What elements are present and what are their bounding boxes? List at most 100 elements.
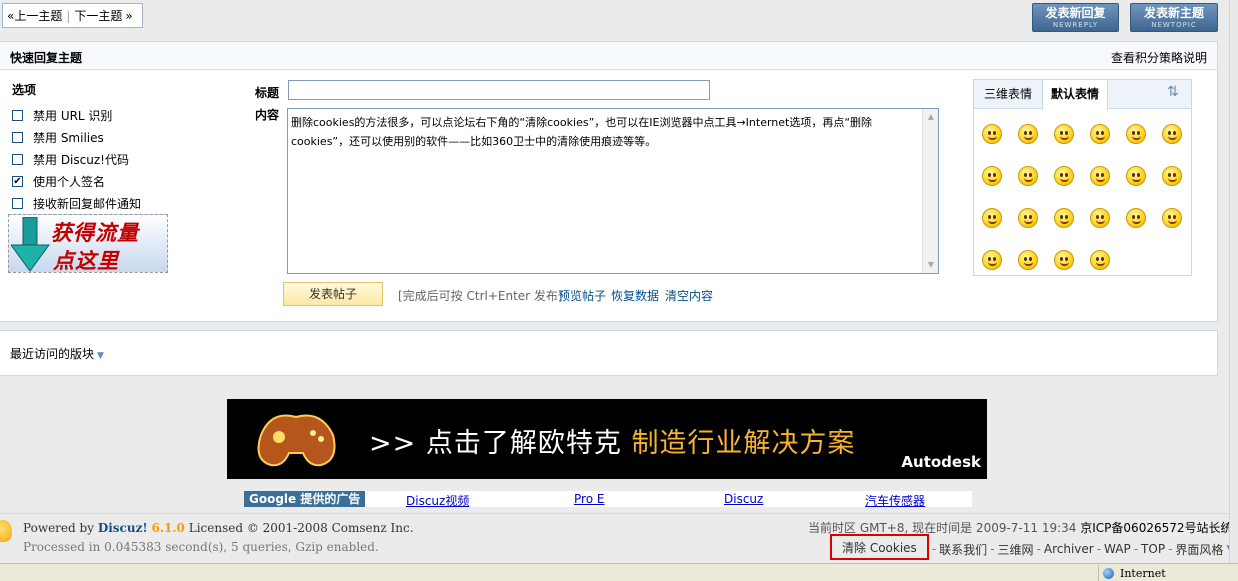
recent-forums-toggle[interactable]: 最近访问的版块 ▼ — [10, 345, 104, 362]
shocked-icon[interactable] — [1054, 166, 1074, 186]
wink-icon[interactable] — [1090, 124, 1110, 144]
new-topic-label: 发表新主题 — [1143, 6, 1204, 20]
confused-icon[interactable] — [1126, 166, 1146, 186]
smilies-panel: 三维表情 默认表情 ⇅ — [973, 79, 1192, 276]
upset-icon[interactable] — [1126, 208, 1146, 228]
tab-3d-smilies[interactable]: 三维表情 — [976, 80, 1040, 109]
cool-icon[interactable] — [1162, 166, 1182, 186]
option-disable-smilies[interactable]: 禁用 Smilies — [12, 129, 104, 145]
timezone-text: 当前时区 GMT+8, 现在时间是 2009-7-11 19:34 — [808, 521, 1077, 535]
options-title: 选项 — [12, 83, 37, 97]
phone-icon[interactable] — [1090, 250, 1110, 270]
page-footer: Powered by Discuz! 6.1.0 Licensed © 2001… — [0, 513, 1238, 563]
banner-highlight: 制造行业解决方案 — [631, 428, 856, 459]
checkbox[interactable] — [12, 109, 23, 121]
cry-icon[interactable] — [1090, 166, 1110, 186]
restore-data-link[interactable]: 恢复数据 — [611, 287, 659, 304]
footer-link-wap[interactable]: WAP — [1104, 542, 1131, 556]
autodesk-logo: Autodesk — [901, 453, 981, 471]
footer-link-style[interactable]: 界面风格 — [1175, 541, 1223, 558]
banner-prefix: >> 点击了解欧特克 — [369, 428, 622, 459]
scroll-up-icon[interactable]: ▲ — [924, 110, 938, 124]
kiss-icon[interactable] — [1018, 250, 1038, 270]
content-scrollbar[interactable]: ▲ ▼ — [922, 109, 938, 273]
submit-post-button[interactable]: 发表帖子 — [283, 282, 383, 306]
ad-link-pro-e[interactable]: Pro E — [574, 492, 604, 506]
shy-icon[interactable] — [982, 166, 1002, 186]
traffic-promo-banner[interactable]: 获得流量 点这里 — [8, 214, 168, 273]
ad-link-discuz-video[interactable]: Discuz视频 — [406, 492, 469, 509]
option-use-signature[interactable]: ✔ 使用个人签名 — [12, 173, 105, 189]
option-label: 接收新回复邮件通知 — [33, 196, 142, 211]
page-scrollbar[interactable] — [1229, 0, 1238, 563]
angry-icon[interactable] — [1018, 166, 1038, 186]
option-disable-discuz-code[interactable]: 禁用 Discuz!代码 — [12, 151, 129, 167]
option-disable-url[interactable]: 禁用 URL 识别 — [12, 107, 112, 123]
ad-link-discuz[interactable]: Discuz — [724, 492, 763, 506]
footer-link-contact[interactable]: 联系我们 — [939, 541, 987, 558]
checkbox[interactable] — [12, 153, 23, 165]
checkbox[interactable] — [12, 197, 23, 209]
victory-icon[interactable] — [1054, 208, 1074, 228]
smilies-tabs: 三维表情 默认表情 ⇅ — [974, 80, 1191, 110]
clear-cookies-link[interactable]: 清除 Cookies — [830, 534, 929, 560]
banner-text: >> 点击了解欧特克 制造行业解决方案 — [369, 421, 855, 460]
biggrin-icon[interactable] — [1054, 124, 1074, 144]
scroll-down-icon[interactable]: ▼ — [924, 258, 938, 272]
option-label: 使用个人签名 — [33, 174, 106, 189]
handshake-icon[interactable] — [1090, 208, 1110, 228]
powered-by-text: Powered by — [23, 521, 94, 535]
content-textarea[interactable]: 删除cookies的方法很多，可以点论坛右下角的“清除cookies”，也可以在… — [287, 108, 939, 274]
subject-input[interactable] — [288, 80, 710, 100]
tab-default-smilies[interactable]: 默认表情 — [1042, 80, 1109, 110]
security-zone: Internet — [1098, 565, 1166, 581]
powered-by: Powered by Discuz! 6.1.0 Licensed © 2001… — [23, 521, 414, 535]
doll-icon[interactable] — [982, 250, 1002, 270]
quick-reply-title: 快速回复主题 — [10, 51, 83, 65]
discuz-link[interactable]: Discuz! — [98, 521, 148, 535]
clear-content-link[interactable]: 清空内容 — [665, 287, 713, 304]
promo-line2: 点这里 — [53, 248, 119, 273]
google-ads-label[interactable]: Google 提供的广告 — [244, 491, 366, 507]
submit-hint: [完成后可按 Ctrl+Enter 发布] — [398, 289, 563, 303]
autodesk-banner-ad[interactable]: >> 点击了解欧特克 制造行业解决方案 Autodesk — [227, 399, 987, 479]
recent-forums-bar: 最近访问的版块 ▼ — [0, 330, 1218, 376]
next-arrow-icon: » — [125, 8, 133, 23]
expand-smilies-icon[interactable]: ⇅ — [1167, 84, 1179, 100]
thumb-up-icon[interactable] — [1018, 208, 1038, 228]
credit-policy-link[interactable]: 查看积分策略说明 — [1111, 49, 1207, 66]
new-topic-sublabel: NEWTOPIC — [1151, 21, 1197, 29]
recent-forums-label: 最近访问的版块 — [10, 347, 95, 361]
icp-link[interactable]: 京ICP备06026572号站长统计 — [1080, 521, 1238, 535]
preview-post-link[interactable]: 预览帖子 — [558, 287, 606, 304]
lightbulb-icon — [0, 520, 12, 542]
checkbox[interactable] — [12, 131, 23, 143]
new-reply-button[interactable]: 发表新回复 NEWREPLY — [1032, 3, 1119, 32]
prev-arrow-icon: « — [7, 8, 15, 23]
prev-topic-link[interactable]: 上一主题 — [14, 7, 62, 24]
version-text: 6.1.0 — [151, 521, 185, 535]
footer-links: 清除 Cookies - 联系我们 - 三维网 - Archiver - WAP… — [830, 534, 1233, 560]
grin-icon[interactable] — [1162, 208, 1182, 228]
quick-reply-header: 快速回复主题 查看积分策略说明 — [0, 42, 1217, 70]
content-label: 内容 — [255, 108, 280, 122]
content-text: 删除cookies的方法很多，可以点论坛右下角的“清除cookies”，也可以在… — [291, 116, 873, 148]
smile-icon[interactable] — [982, 124, 1002, 144]
option-label: 禁用 Smilies — [33, 130, 104, 145]
tongue-icon[interactable] — [1162, 124, 1182, 144]
new-topic-button[interactable]: 发表新主题 NEWTOPIC — [1130, 3, 1218, 32]
ad-link-car-sensor[interactable]: 汽车传感器 — [865, 492, 925, 509]
new-reply-label: 发表新回复 — [1045, 6, 1106, 20]
google-ads-bar: Google 提供的广告 Discuz视频 Pro E Discuz 汽车传感器 — [244, 491, 972, 509]
footer-link-3dportal[interactable]: 三维网 — [998, 541, 1034, 558]
next-topic-link[interactable]: 下一主题 — [74, 7, 122, 24]
clock-icon[interactable] — [1054, 250, 1074, 270]
footer-link-top[interactable]: TOP — [1141, 542, 1165, 556]
thumb-down-icon[interactable] — [982, 208, 1002, 228]
laugh-icon[interactable] — [1126, 124, 1146, 144]
chevron-down-icon: ▼ — [97, 351, 104, 361]
checkbox-checked[interactable]: ✔ — [12, 175, 23, 187]
footer-link-archiver[interactable]: Archiver — [1044, 542, 1094, 556]
sad-icon[interactable] — [1018, 124, 1038, 144]
option-email-notify[interactable]: 接收新回复邮件通知 — [12, 195, 141, 211]
